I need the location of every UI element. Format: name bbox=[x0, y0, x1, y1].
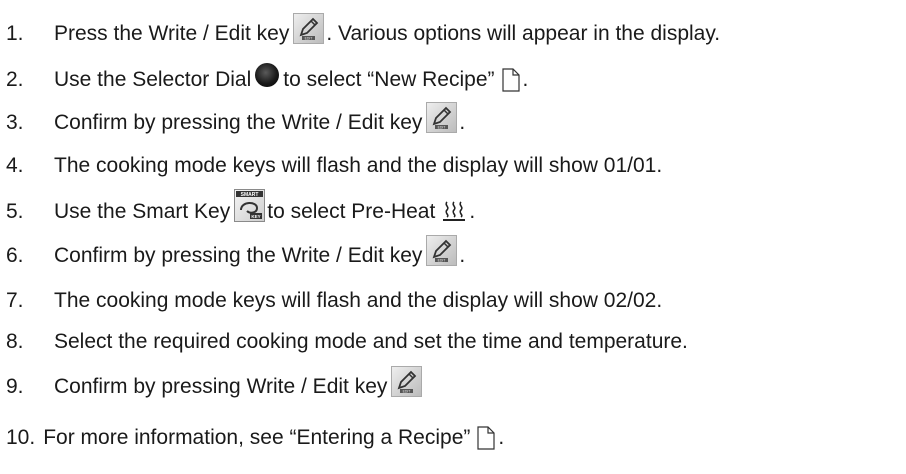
step-text-continued: . bbox=[459, 111, 466, 134]
step-text: Confirm by pressing Write / Edit key bbox=[54, 375, 388, 398]
selector-dial-icon bbox=[255, 63, 280, 87]
svg-text:SMART: SMART bbox=[241, 192, 259, 198]
step-1: 1. Press the Write / Edit key EDIT . Var… bbox=[6, 12, 721, 54]
step-text: Confirm by pressing the Write / Edit key bbox=[54, 244, 423, 267]
step-10: 10. For more information, see “Entering … bbox=[6, 418, 504, 458]
step-number: 8. bbox=[6, 330, 24, 353]
step-4: 4. The cooking mode keys will flash and … bbox=[6, 146, 662, 186]
document-icon bbox=[501, 68, 521, 92]
step-number: 2. bbox=[6, 68, 24, 91]
svg-text:EDIT: EDIT bbox=[403, 389, 411, 393]
step-text: Use the Smart Key bbox=[54, 200, 231, 223]
step-text: For more information, see “Entering a Re… bbox=[43, 426, 471, 449]
preheat-icon bbox=[441, 198, 467, 222]
step-text-continued: . Various options will appear in the dis… bbox=[326, 22, 721, 45]
step-text-continued: to select “New Recipe” bbox=[283, 68, 495, 91]
step-number: 3. bbox=[6, 111, 24, 134]
svg-text:EDIT: EDIT bbox=[438, 125, 446, 129]
step-7: 7. The cooking mode keys will flash and … bbox=[6, 281, 662, 321]
step-text: Select the required cooking mode and set… bbox=[54, 330, 688, 353]
edit-key-icon: EDIT bbox=[426, 101, 458, 133]
smart-key-icon: SMART KEY bbox=[234, 188, 266, 222]
svg-text:KEY: KEY bbox=[252, 214, 261, 219]
step-8: 8. Select the required cooking mode and … bbox=[6, 322, 688, 362]
step-9: 9. Confirm by pressing Write / Edit key … bbox=[6, 365, 424, 407]
step-text-continued: . bbox=[459, 244, 466, 267]
step-5: 5. Use the Smart Key SMART KEY to select… bbox=[6, 188, 476, 232]
instruction-list: 1. Press the Write / Edit key EDIT . Var… bbox=[0, 0, 906, 474]
step-text-end: . bbox=[522, 68, 529, 91]
step-number: 1. bbox=[6, 22, 24, 45]
svg-text:EDIT: EDIT bbox=[305, 36, 313, 40]
step-number: 6. bbox=[6, 244, 24, 267]
step-number: 5. bbox=[6, 200, 24, 223]
step-text-continued: to select Pre-Heat bbox=[267, 200, 436, 223]
edit-key-icon: EDIT bbox=[391, 365, 423, 397]
step-text: Use the Selector Dial bbox=[54, 68, 252, 91]
svg-text:EDIT: EDIT bbox=[438, 258, 446, 262]
step-3: 3. Confirm by pressing the Write / Edit … bbox=[6, 101, 466, 143]
step-2: 2. Use the Selector Dial to select “New … bbox=[6, 60, 528, 100]
step-text: The cooking mode keys will flash and the… bbox=[54, 154, 663, 177]
step-number: 4. bbox=[6, 154, 24, 177]
step-number: 10. bbox=[6, 426, 36, 449]
step-text-continued: . bbox=[498, 426, 505, 449]
step-text: Confirm by pressing the Write / Edit key bbox=[54, 111, 423, 134]
step-number: 9. bbox=[6, 375, 24, 398]
step-text: Press the Write / Edit key bbox=[54, 22, 290, 45]
edit-key-icon: EDIT bbox=[293, 12, 325, 44]
document-icon bbox=[476, 426, 496, 450]
edit-key-icon: EDIT bbox=[426, 234, 458, 266]
step-text-end: . bbox=[469, 200, 476, 223]
step-6: 6. Confirm by pressing the Write / Edit … bbox=[6, 234, 466, 276]
step-number: 7. bbox=[6, 289, 24, 312]
step-text: The cooking mode keys will flash and the… bbox=[54, 289, 663, 312]
